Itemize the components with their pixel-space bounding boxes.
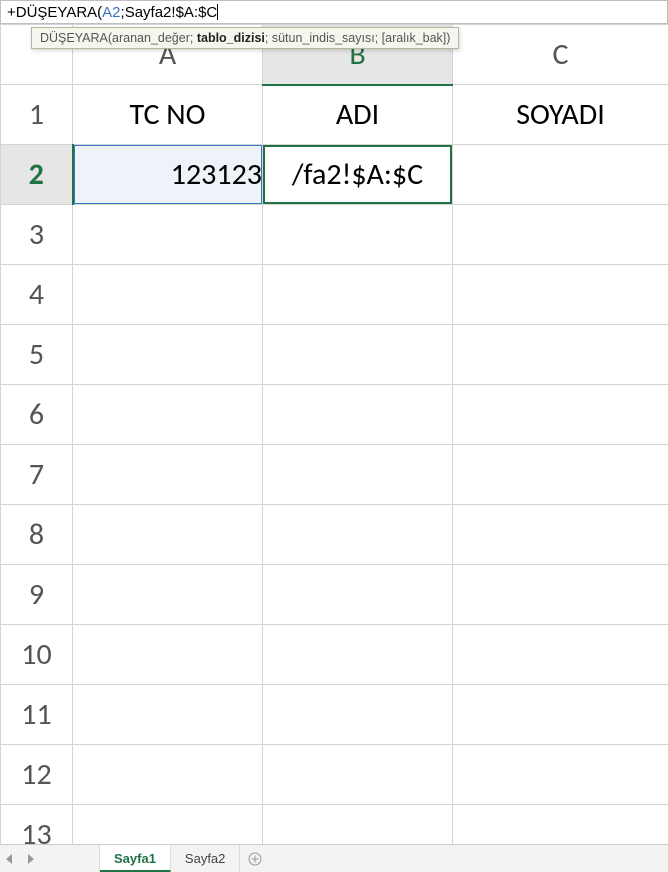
- row-header-5[interactable]: 5: [1, 325, 73, 385]
- row-header-9[interactable]: 9: [1, 565, 73, 625]
- cell-C1[interactable]: SOYADI: [453, 85, 668, 145]
- new-sheet-button[interactable]: [240, 845, 270, 872]
- cell-B3[interactable]: [263, 205, 453, 265]
- row-header-2[interactable]: 2: [1, 145, 73, 205]
- sheet-tab-1[interactable]: Sayfa1: [100, 845, 171, 872]
- cell-C4[interactable]: [453, 265, 668, 325]
- cell-C9[interactable]: [453, 565, 668, 625]
- formula-tooltip: DÜŞEYARA(aranan_değer; tablo_dizisi; süt…: [31, 27, 459, 49]
- cell-A6[interactable]: [73, 385, 263, 445]
- cell-A11[interactable]: [73, 685, 263, 745]
- row-header-4[interactable]: 4: [1, 265, 73, 325]
- cell-C6[interactable]: [453, 385, 668, 445]
- sheet-tab-2[interactable]: Sayfa2: [171, 845, 240, 872]
- formula-arg-range: Sayfa2!$A:$C: [125, 4, 218, 21]
- cell-C7[interactable]: [453, 445, 668, 505]
- cell-A7[interactable]: [73, 445, 263, 505]
- row-header-7[interactable]: 7: [1, 445, 73, 505]
- column-header-C[interactable]: C: [453, 25, 668, 85]
- row-header-1[interactable]: 1: [1, 85, 73, 145]
- cell-C5[interactable]: [453, 325, 668, 385]
- cell-B4[interactable]: [263, 265, 453, 325]
- formula-arg-ref: A2: [102, 4, 120, 21]
- row-header-6[interactable]: 6: [1, 385, 73, 445]
- cell-C2[interactable]: [453, 145, 668, 205]
- cell-A13[interactable]: [73, 805, 263, 845]
- cell-B9[interactable]: [263, 565, 453, 625]
- spreadsheet-grid[interactable]: A B C 1 TC NO ADI SOYADI 2 123123 /fa2!$…: [0, 24, 668, 844]
- cell-B5[interactable]: [263, 325, 453, 385]
- cell-B2[interactable]: /fa2!$A:$C: [263, 145, 453, 205]
- cell-A2[interactable]: 123123: [73, 145, 263, 205]
- row-header-13[interactable]: 13: [1, 805, 73, 845]
- row-header-10[interactable]: 10: [1, 625, 73, 685]
- tab-spacer: [40, 845, 100, 872]
- sheet-tabstrip: Sayfa1 Sayfa2: [0, 844, 668, 872]
- cell-C10[interactable]: [453, 625, 668, 685]
- cell-B13[interactable]: [263, 805, 453, 845]
- row-header-8[interactable]: 8: [1, 505, 73, 565]
- cell-B1[interactable]: ADI: [263, 85, 453, 145]
- cell-B7[interactable]: [263, 445, 453, 505]
- cell-B8[interactable]: [263, 505, 453, 565]
- row-header-11[interactable]: 11: [1, 685, 73, 745]
- cell-B10[interactable]: [263, 625, 453, 685]
- cell-A4[interactable]: [73, 265, 263, 325]
- cell-B2-text: /fa2!$A:$C: [292, 156, 423, 193]
- cell-A10[interactable]: [73, 625, 263, 685]
- cell-A1[interactable]: TC NO: [73, 85, 263, 145]
- cell-C13[interactable]: [453, 805, 668, 845]
- row-header-12[interactable]: 12: [1, 745, 73, 805]
- cell-A9[interactable]: [73, 565, 263, 625]
- cell-C8[interactable]: [453, 505, 668, 565]
- row-header-3[interactable]: 3: [1, 205, 73, 265]
- cell-A3[interactable]: [73, 205, 263, 265]
- cell-B6[interactable]: [263, 385, 453, 445]
- cell-B11[interactable]: [263, 685, 453, 745]
- cell-A8[interactable]: [73, 505, 263, 565]
- cell-C11[interactable]: [453, 685, 668, 745]
- formula-bar[interactable]: +DÜŞEYARA(A2;Sayfa2!$A:$C DÜŞEYARA(arana…: [0, 0, 668, 24]
- cell-C12[interactable]: [453, 745, 668, 805]
- text-cursor: [217, 4, 218, 20]
- cell-A5[interactable]: [73, 325, 263, 385]
- cell-C3[interactable]: [453, 205, 668, 265]
- cell-B12[interactable]: [263, 745, 453, 805]
- tab-nav-next[interactable]: [20, 845, 40, 872]
- tab-nav-prev[interactable]: [0, 845, 20, 872]
- formula-text-prefix: +DÜŞEYARA(: [7, 4, 102, 21]
- cell-A12[interactable]: [73, 745, 263, 805]
